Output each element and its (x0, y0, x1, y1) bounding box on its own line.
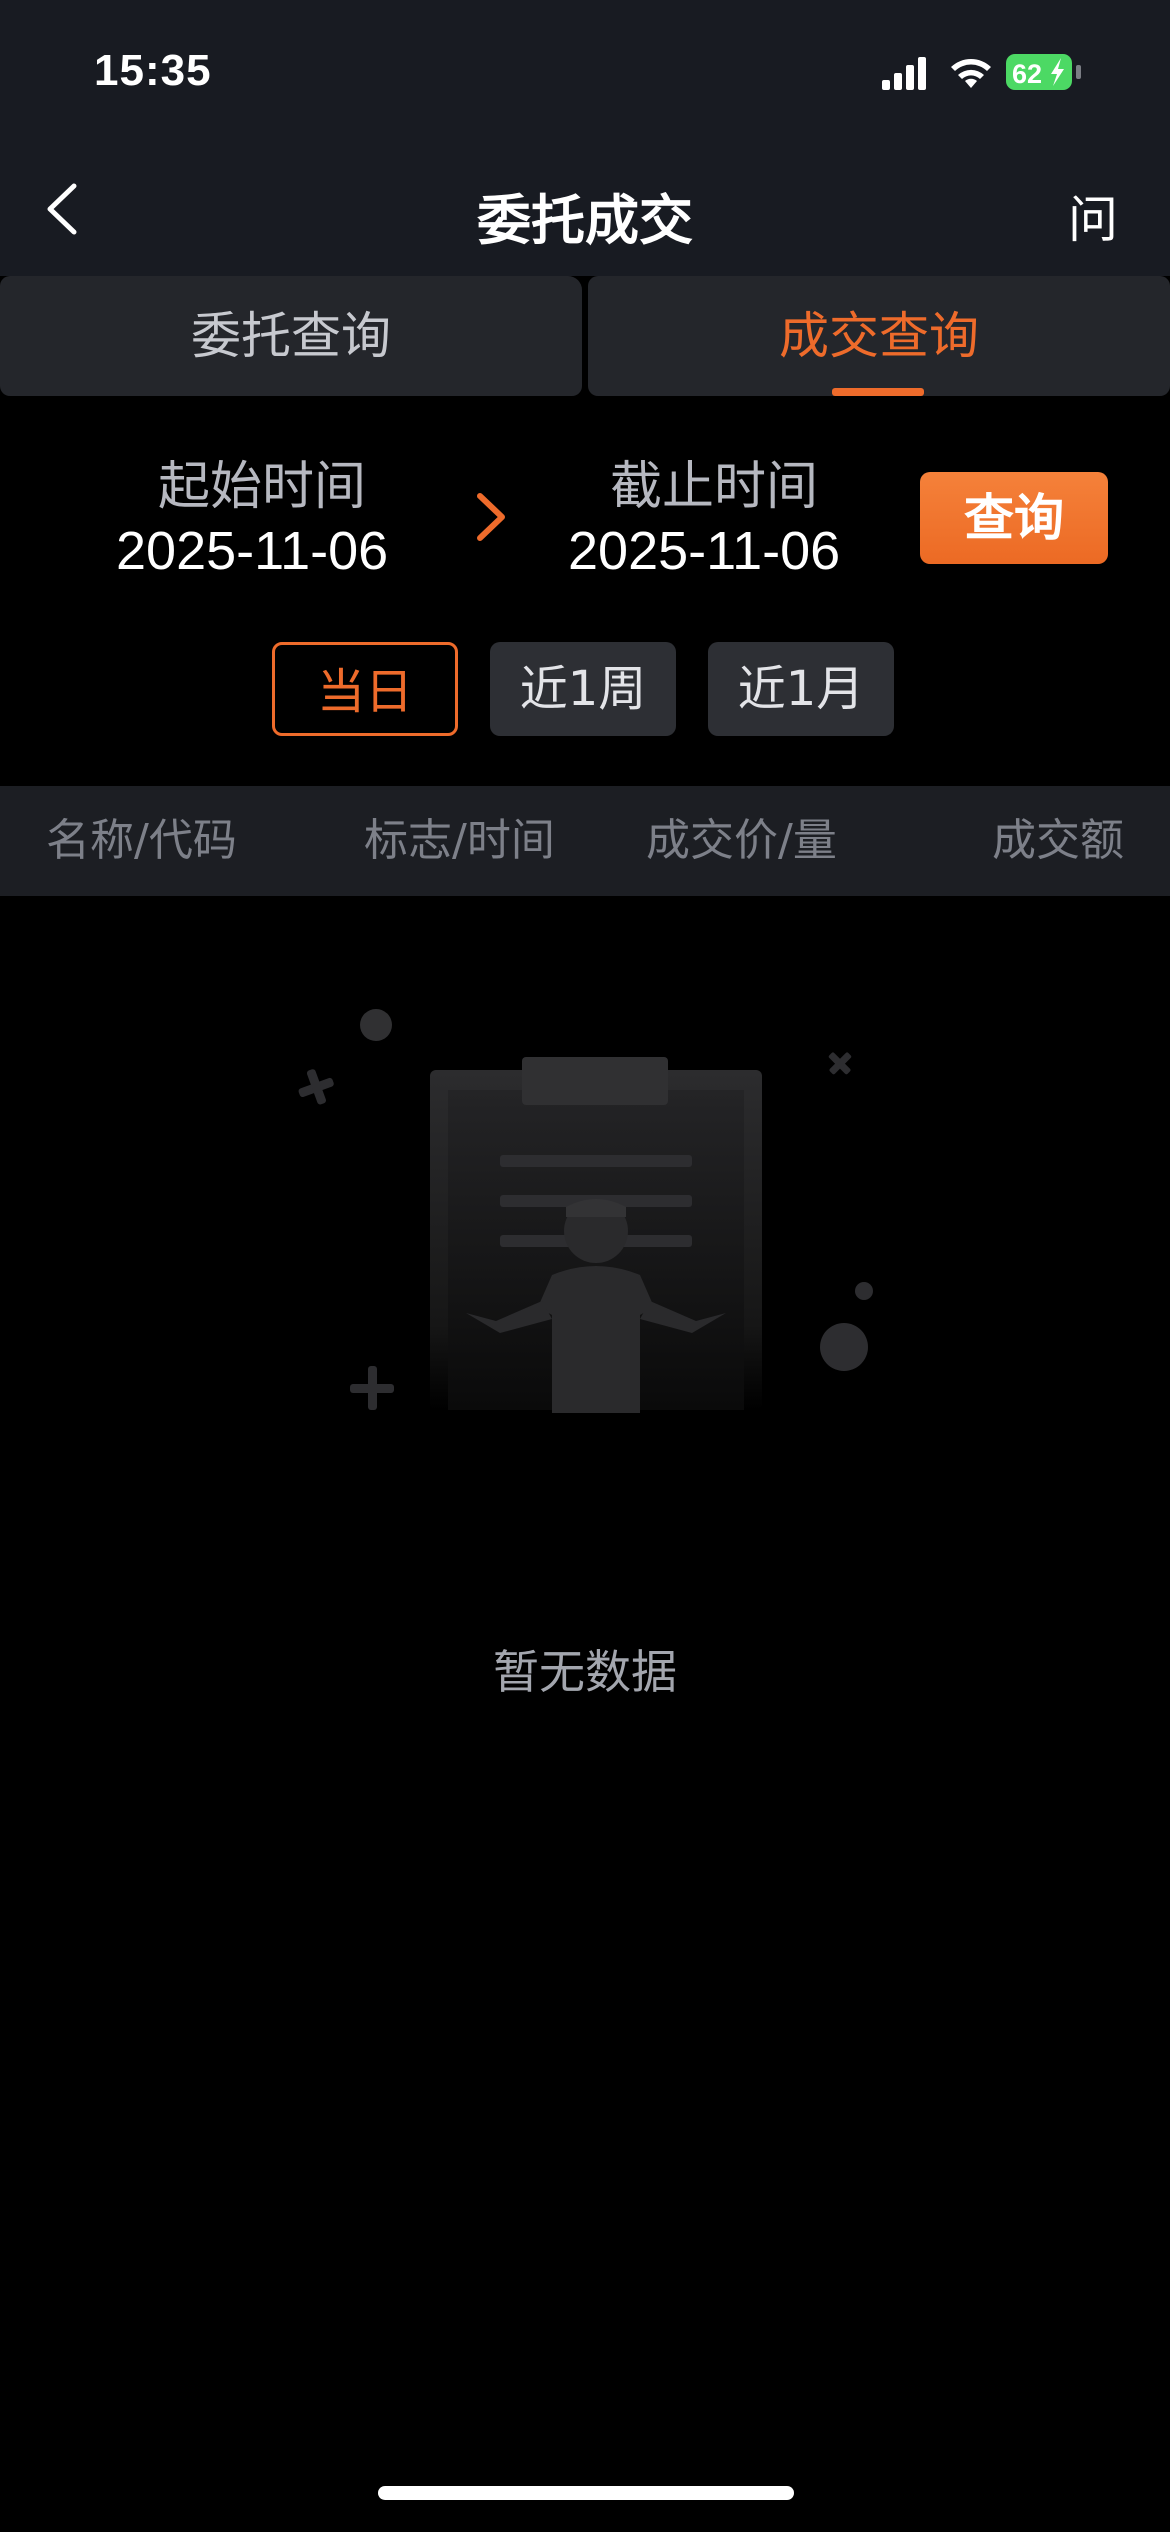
active-tab-indicator (832, 388, 924, 396)
battery-level: 62 (1012, 59, 1042, 89)
column-header-flag-time: 标志/时间 (364, 815, 555, 866)
status-time: 15:35 (94, 46, 212, 95)
page-title: 委托成交 (477, 189, 693, 252)
column-header-price-volume: 成交价/量 (646, 815, 837, 866)
chevron-right-icon (477, 493, 505, 541)
empty-state-text: 暂无数据 (493, 1645, 677, 1699)
home-indicator[interactable] (378, 2486, 794, 2500)
filter-month[interactable]: 近1月 (708, 642, 894, 736)
empty-clipboard-icon (298, 1009, 873, 1413)
column-header-amount: 成交额 (992, 815, 1124, 866)
filter-today[interactable]: 当日 (272, 642, 458, 736)
end-date-label: 截止时间 (610, 457, 819, 517)
start-date-value: 2025-11-06 (116, 521, 389, 581)
tab-bar: 委托查询 成交查询 (0, 276, 1170, 396)
table-header: 名称/代码 标志/时间 成交价/量 成交额 (0, 786, 1170, 896)
status-icons: 62 (882, 54, 1081, 90)
column-header-name: 名称/代码 (46, 815, 237, 866)
top-bar: 15:35 62 委托成交 问 (0, 0, 1170, 276)
battery-charging-icon: 62 (1006, 54, 1081, 90)
help-button[interactable]: 问 (1068, 180, 1118, 252)
start-date-label: 起始时间 (158, 457, 367, 517)
filter-week[interactable]: 近1周 (490, 642, 676, 736)
query-button[interactable]: 查询 (920, 472, 1108, 564)
end-date-value: 2025-11-06 (568, 521, 841, 581)
wifi-icon (951, 59, 991, 88)
tab-trade-query[interactable]: 成交查询 (588, 276, 1170, 396)
tab-order-query[interactable]: 委托查询 (0, 276, 582, 396)
signal-icon (882, 57, 926, 90)
screen: 15:35 62 委托成交 问 委托查询 成交查询 起始时间 2025-11-0… (0, 0, 1170, 2532)
